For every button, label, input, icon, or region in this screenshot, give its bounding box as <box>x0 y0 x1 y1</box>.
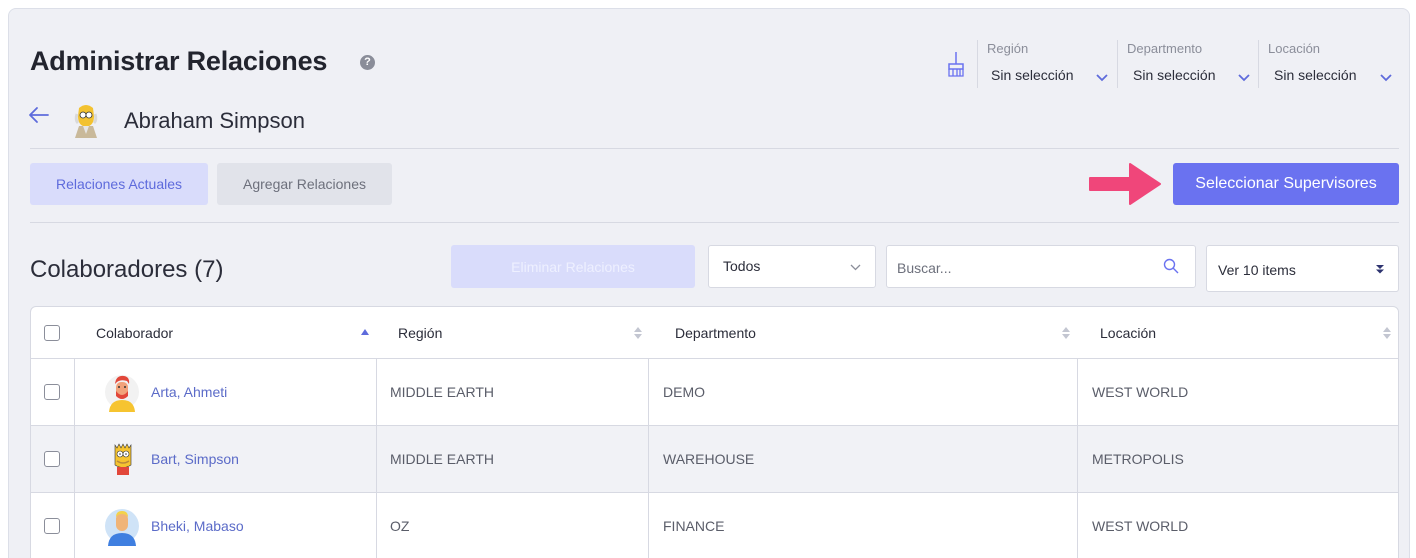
search-input[interactable]: Buscar... <box>886 245 1196 288</box>
person-name: Abraham Simpson <box>124 108 305 133</box>
sort-arrows-icon <box>1376 265 1384 274</box>
column-label: Región <box>398 325 443 341</box>
sort-icon[interactable] <box>1062 327 1070 339</box>
table-row[interactable]: Arta, Ahmeti MIDDLE EARTH DEMO WEST WORL… <box>31 359 1398 426</box>
status-filter-value: Todos <box>723 258 761 274</box>
location-cell: WEST WORLD <box>1092 518 1189 534</box>
column-divider <box>648 359 649 558</box>
search-placeholder: Buscar... <box>897 260 952 276</box>
region-cell: OZ <box>390 518 410 534</box>
search-icon[interactable] <box>1163 258 1179 274</box>
table-row[interactable]: Bart, Simpson MIDDLE EARTH WAREHOUSE MET… <box>31 426 1398 493</box>
row-checkbox[interactable] <box>44 451 60 467</box>
column-header-location[interactable]: Locación <box>1100 307 1380 359</box>
back-arrow-icon[interactable] <box>28 104 50 126</box>
filter-separator <box>1117 40 1118 88</box>
chevron-down-icon[interactable] <box>1238 74 1250 82</box>
broom-icon[interactable] <box>946 50 966 78</box>
chevron-down-icon <box>850 264 861 271</box>
help-icon[interactable]: ? <box>360 55 375 70</box>
select-all-cell <box>44 307 74 359</box>
table-row[interactable]: Bheki, Mabaso OZ FINANCE WEST WORLD <box>31 493 1398 558</box>
row-select-cell <box>44 426 60 492</box>
sort-icon[interactable] <box>634 327 642 339</box>
location-filter-value[interactable]: Sin selección <box>1274 67 1357 83</box>
delete-relations-button[interactable]: Eliminar Relaciones <box>451 245 695 288</box>
department-cell: WAREHOUSE <box>663 451 755 467</box>
column-header-department[interactable]: Departmento <box>675 307 1075 359</box>
divider <box>30 222 1399 223</box>
abraham-avatar <box>74 105 98 138</box>
filter-separator <box>1258 40 1259 88</box>
select-supervisors-button[interactable]: Seleccionar Supervisores <box>1173 163 1399 205</box>
collaborator-name-link[interactable]: Bart, Simpson <box>151 426 239 492</box>
column-label: Locación <box>1100 325 1157 341</box>
location-cell: METROPOLIS <box>1092 451 1184 467</box>
column-divider <box>74 359 75 558</box>
department-cell: DEMO <box>663 384 705 400</box>
department-filter-label: Departmento <box>1127 41 1203 56</box>
location-cell: WEST WORLD <box>1092 384 1189 400</box>
department-cell: FINANCE <box>663 518 725 534</box>
column-divider <box>1077 359 1078 558</box>
region-filter-value[interactable]: Sin selección <box>991 67 1074 83</box>
page-size-value: Ver 10 items <box>1218 262 1296 278</box>
filter-separator <box>977 40 978 88</box>
region-filter-label: Región <box>987 41 1029 56</box>
collaborator-name-link[interactable]: Bheki, Mabaso <box>151 493 244 558</box>
annotation-arrow-icon <box>1089 163 1161 205</box>
collaborator-name-link[interactable]: Arta, Ahmeti <box>151 359 227 425</box>
page-title: Administrar Relaciones <box>30 46 328 76</box>
region-cell: MIDDLE EARTH <box>390 451 494 467</box>
chevron-down-icon[interactable] <box>1380 74 1392 82</box>
column-header-collaborator[interactable]: Colaborador <box>96 307 376 359</box>
collaborators-table: Colaborador Región Departmento Locación … <box>30 306 1399 558</box>
row-select-cell <box>44 359 60 425</box>
column-header-region[interactable]: Región <box>398 307 648 359</box>
department-filter-value[interactable]: Sin selección <box>1133 67 1216 83</box>
red-hair-avatar <box>105 375 139 412</box>
region-cell: MIDDLE EARTH <box>390 384 494 400</box>
bart-avatar <box>114 443 132 475</box>
tab-add-relations[interactable]: Agregar Relaciones <box>217 163 392 205</box>
blue-shirt-avatar <box>105 509 139 546</box>
section-title: Colaboradores (7) <box>30 256 224 283</box>
status-filter-select[interactable]: Todos <box>708 245 876 288</box>
column-divider <box>376 359 377 558</box>
row-select-cell <box>44 493 60 558</box>
page-size-select[interactable]: Ver 10 items <box>1206 245 1399 292</box>
sort-asc-icon[interactable] <box>361 329 369 335</box>
divider <box>30 148 1399 149</box>
collaborator-name[interactable]: Arta, Ahmeti <box>151 384 227 400</box>
row-checkbox[interactable] <box>44 384 60 400</box>
chevron-down-icon[interactable] <box>1096 74 1108 82</box>
column-label: Colaborador <box>96 325 174 341</box>
row-checkbox[interactable] <box>44 518 60 534</box>
location-filter-label: Locación <box>1268 41 1321 56</box>
sort-icon[interactable] <box>1383 327 1391 339</box>
column-label: Departmento <box>675 325 756 341</box>
collaborator-name[interactable]: Bart, Simpson <box>151 451 239 467</box>
tab-current-relations[interactable]: Relaciones Actuales <box>30 163 208 205</box>
select-all-checkbox[interactable] <box>44 325 60 341</box>
collaborator-name[interactable]: Bheki, Mabaso <box>151 518 244 534</box>
